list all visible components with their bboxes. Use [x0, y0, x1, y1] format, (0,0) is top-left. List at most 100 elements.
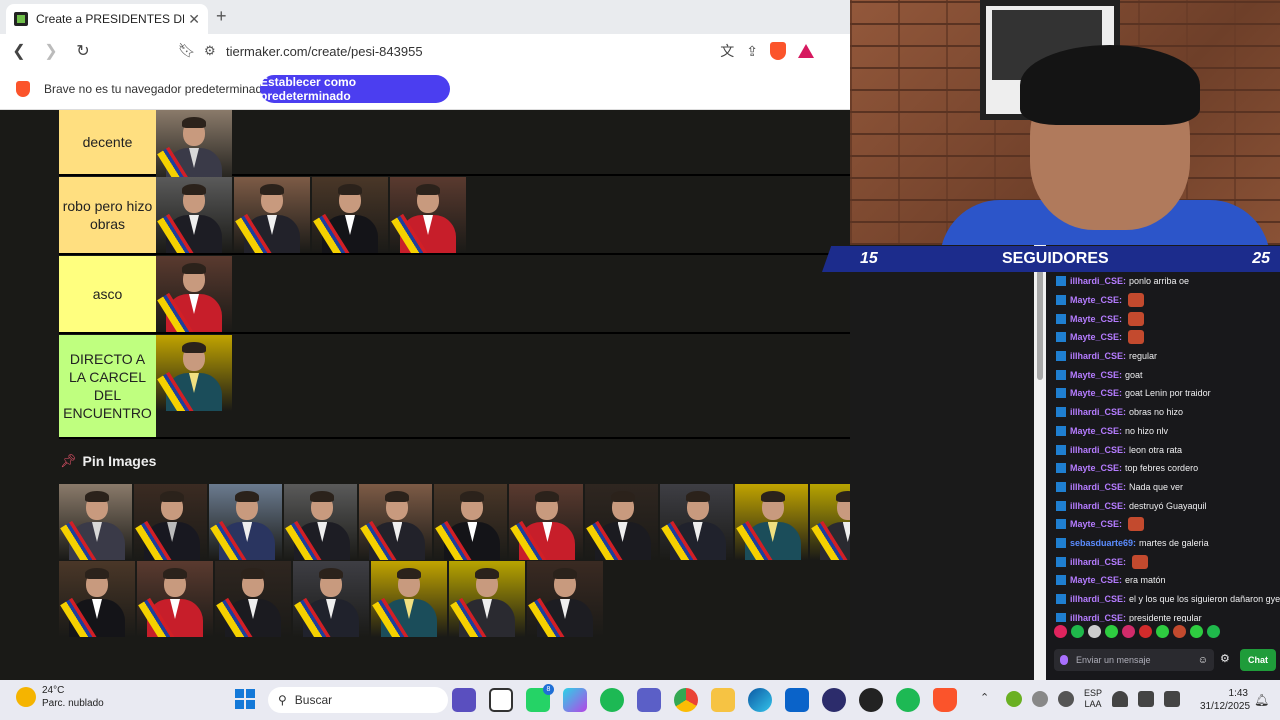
pin-image[interactable] [59, 484, 133, 560]
translate-icon[interactable]: 文 [720, 41, 734, 61]
tier-portrait[interactable] [156, 256, 232, 332]
pin-image[interactable] [215, 561, 291, 637]
chat-username[interactable]: illhardi_CSE: [1070, 276, 1126, 286]
weather-widget[interactable]: 24°C Parc. nublado [16, 684, 104, 710]
tier-portrait[interactable] [156, 177, 232, 253]
emote-icon[interactable] [1122, 625, 1135, 638]
chat-username[interactable]: illhardi_CSE: [1070, 445, 1126, 455]
pin-image[interactable] [449, 561, 525, 637]
chat-username[interactable]: Mayte_CSE: [1070, 370, 1122, 380]
brave-icon[interactable] [933, 688, 957, 712]
pin-image[interactable] [434, 484, 508, 560]
emote-icon[interactable] [1054, 625, 1067, 638]
file-explorer-icon[interactable] [489, 688, 513, 712]
app-icon[interactable] [859, 688, 883, 712]
emote-icon[interactable] [1156, 625, 1169, 638]
spotify-icon[interactable] [600, 688, 624, 712]
pin-image[interactable] [134, 484, 208, 560]
teams-icon[interactable] [637, 688, 661, 712]
whatsapp-icon[interactable]: 8 [526, 684, 554, 712]
pin-image[interactable] [359, 484, 433, 560]
chat-username[interactable]: illhardi_CSE: [1070, 613, 1126, 622]
forward-icon[interactable]: ❯ [38, 38, 64, 64]
chat-input[interactable]: Enviar un mensaje ☺ [1054, 649, 1214, 671]
tier-portrait[interactable] [390, 177, 466, 253]
taskbar-search[interactable]: ⚲ Buscar [268, 687, 448, 713]
chevron-up-icon[interactable]: ⌃ [980, 691, 996, 707]
close-tab-icon[interactable]: ✕ [188, 11, 200, 28]
emote-icon[interactable] [1173, 625, 1186, 638]
chat-username[interactable]: illhardi_CSE: [1070, 407, 1126, 417]
microphone-icon[interactable] [1060, 655, 1068, 665]
pin-image[interactable] [59, 561, 135, 637]
tier-portrait[interactable] [156, 335, 232, 411]
chat-username[interactable]: illhardi_CSE: [1070, 351, 1126, 361]
chat-username[interactable]: Mayte_CSE: [1070, 388, 1122, 398]
chat-username[interactable]: Mayte_CSE: [1070, 575, 1122, 585]
emoji-icon[interactable]: ☺ [1198, 655, 1208, 666]
back-icon[interactable]: ❮ [6, 38, 32, 64]
tier-label[interactable]: asco [59, 256, 156, 332]
tier-portrait[interactable] [234, 177, 310, 253]
site-info-icon[interactable]: ⚙ [204, 43, 226, 59]
pin-image[interactable] [293, 561, 369, 637]
chat-username[interactable]: Mayte_CSE: [1070, 426, 1122, 436]
tier-label[interactable]: decente [59, 110, 156, 174]
pin-image[interactable] [209, 484, 283, 560]
language-indicator[interactable]: ESP LAA [1084, 688, 1102, 710]
tray-app-icon[interactable] [1006, 691, 1022, 707]
emote-icon[interactable] [1088, 625, 1101, 638]
bookmark-icon[interactable]: 🔖︎ [178, 42, 196, 59]
tray-app-icon[interactable] [1032, 691, 1048, 707]
pin-image[interactable] [734, 484, 808, 560]
volume-icon[interactable] [1138, 691, 1155, 707]
notification-bell-icon[interactable]: 🔔︎ [1254, 693, 1269, 707]
copilot-icon[interactable] [563, 688, 587, 712]
browser-tab[interactable]: Create a PRESIDENTES DE ECUA ✕ [6, 4, 208, 34]
pin-image[interactable] [284, 484, 358, 560]
chat-username[interactable]: sebasduarte69: [1070, 538, 1136, 548]
chat-username[interactable]: illhardi_CSE: [1070, 557, 1126, 567]
tier-portrait[interactable] [312, 177, 388, 253]
wifi-icon[interactable] [1112, 691, 1129, 707]
pin-image[interactable] [137, 561, 213, 637]
scroll-thumb[interactable] [1037, 270, 1043, 380]
emote-icon[interactable] [1207, 625, 1220, 638]
chat-username[interactable]: Mayte_CSE: [1070, 314, 1122, 324]
chat-username[interactable]: Mayte_CSE: [1070, 463, 1122, 473]
obs-icon[interactable] [822, 688, 846, 712]
tier-label[interactable]: robo pero hizo obras [59, 177, 156, 253]
chat-settings-icon[interactable]: ⚙ [1220, 652, 1230, 665]
pin-image[interactable] [659, 484, 733, 560]
chat-username[interactable]: Mayte_CSE: [1070, 295, 1122, 305]
store-icon[interactable] [785, 688, 809, 712]
start-button[interactable] [235, 689, 255, 709]
pin-image[interactable] [527, 561, 603, 637]
pin-image[interactable] [584, 484, 658, 560]
emote-icon[interactable] [1139, 625, 1152, 638]
set-default-button[interactable]: Establecer como predeterminado [260, 75, 450, 103]
emote-icon[interactable] [1190, 625, 1203, 638]
emote-icon[interactable] [1105, 625, 1118, 638]
new-tab-button[interactable]: + [216, 6, 227, 27]
chat-username[interactable]: illhardi_CSE: [1070, 594, 1126, 604]
task-view-icon[interactable] [452, 688, 476, 712]
chat-username[interactable]: Mayte_CSE: [1070, 332, 1122, 342]
pin-image[interactable] [509, 484, 583, 560]
system-clock[interactable]: 1:43 31/12/2025 [1200, 687, 1250, 713]
pin-image[interactable] [809, 484, 850, 560]
url-text[interactable]: tiermaker.com/create/pesi-843955 [226, 44, 720, 59]
chat-send-button[interactable]: Chat [1240, 649, 1276, 671]
microphone-icon[interactable] [1058, 691, 1074, 707]
spotify-icon[interactable] [896, 688, 920, 712]
share-icon[interactable]: ⇪ [746, 43, 758, 60]
chat-username[interactable]: illhardi_CSE: [1070, 501, 1126, 511]
tier-portrait[interactable] [156, 110, 232, 186]
edge-icon[interactable] [748, 688, 772, 712]
reload-icon[interactable]: ↻ [70, 38, 96, 64]
tier-label[interactable]: DIRECTO A LA CARCEL DEL ENCUENTRO [59, 335, 156, 437]
brave-rewards-icon[interactable] [798, 44, 814, 58]
pin-image[interactable] [371, 561, 447, 637]
address-bar[interactable]: ⚙ tiermaker.com/create/pesi-843955 文 ⇪ [204, 37, 814, 65]
chrome-icon[interactable] [674, 688, 698, 712]
